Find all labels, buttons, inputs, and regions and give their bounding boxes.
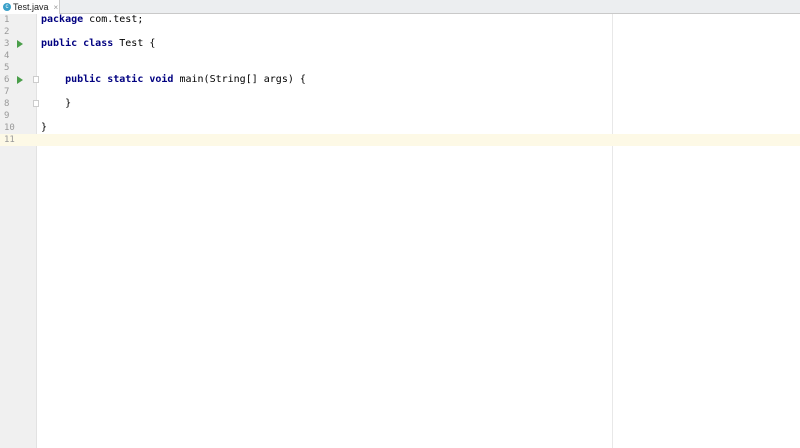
- code-line[interactable]: 4: [0, 50, 800, 62]
- line-number: 9: [4, 111, 10, 121]
- current-line[interactable]: 11: [0, 134, 800, 146]
- run-icon[interactable]: [17, 76, 23, 84]
- code-rest: }: [41, 98, 72, 109]
- code-rest: main(String[] args) {: [173, 74, 306, 85]
- code-line[interactable]: 9: [0, 110, 800, 122]
- fold-icon[interactable]: [33, 100, 39, 107]
- close-icon[interactable]: ×: [54, 3, 59, 12]
- keyword: package: [41, 14, 84, 25]
- code-line[interactable]: 6 public static void main(String[] args)…: [0, 74, 800, 86]
- tab-title: Test.java: [13, 2, 49, 12]
- code-line[interactable]: 7: [0, 86, 800, 98]
- keyword: public class: [41, 38, 114, 49]
- java-class-icon: c: [3, 3, 11, 11]
- code-text: }: [41, 98, 71, 110]
- code-rest: com.test;: [83, 14, 144, 25]
- line-number: 7: [4, 87, 10, 97]
- code-rest: }: [41, 122, 48, 133]
- code-line[interactable]: 5: [0, 62, 800, 74]
- line-number: 3: [4, 39, 10, 49]
- code-text: public class Test {: [41, 38, 155, 50]
- line-number: 6: [4, 75, 10, 85]
- line-number: 4: [4, 51, 10, 61]
- line-number: 1: [4, 15, 10, 25]
- line-number: 11: [4, 135, 15, 145]
- keyword: public static void: [41, 74, 174, 85]
- code-text: }: [41, 122, 47, 134]
- code-text: public static void main(String[] args) {: [41, 74, 306, 86]
- run-icon[interactable]: [17, 40, 23, 48]
- line-number: 5: [4, 63, 10, 73]
- code-line[interactable]: 3 public class Test {: [0, 38, 800, 50]
- code-line[interactable]: 10}: [0, 122, 800, 134]
- editor-tab-bar: c Test.java ×: [0, 0, 800, 14]
- line-number: 10: [4, 123, 15, 133]
- code-line[interactable]: 8 }: [0, 98, 800, 110]
- tab-test-java[interactable]: c Test.java ×: [0, 0, 60, 14]
- code-line[interactable]: 1 package com.test;: [0, 14, 800, 26]
- line-number: 8: [4, 99, 10, 109]
- code-text: package com.test;: [41, 14, 143, 26]
- code-rest: Test {: [113, 38, 156, 49]
- code-line[interactable]: 2: [0, 26, 800, 38]
- line-number: 2: [4, 27, 10, 37]
- fold-icon[interactable]: [33, 76, 39, 83]
